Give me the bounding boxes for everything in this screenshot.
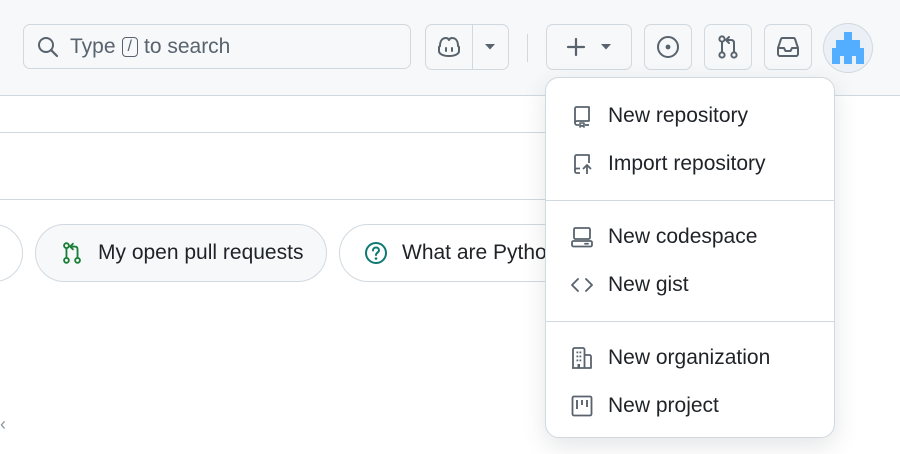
truncated-text-fragment: ‹ [0,414,6,434]
copilot-icon [437,37,460,57]
menu-item-new-repository[interactable]: New repository [546,92,834,140]
menu-divider [546,200,834,201]
organization-icon [569,345,595,371]
user-avatar[interactable] [823,23,873,73]
chip-label: My open pull requests [98,241,304,264]
question-icon [365,242,387,264]
chip-my-open-pull-requests[interactable]: My open pull requests [35,224,327,282]
search-icon [38,36,59,57]
code-icon [569,272,595,298]
section-divider [0,199,560,200]
menu-divider [546,321,834,322]
search-suffix: to search [143,34,231,58]
header-divider [527,34,528,62]
menu-item-new-gist[interactable]: New gist [546,261,834,309]
chip-what-are-python[interactable]: What are Python [339,224,579,282]
menu-item-label: Import repository [608,152,766,175]
project-icon [569,393,595,419]
search-prefix: Type [70,34,116,58]
search-input[interactable]: Type / to search [23,24,411,69]
copilot-dropdown-button[interactable] [471,25,508,69]
menu-item-label: New codespace [608,225,758,248]
inbox-button[interactable] [764,24,812,70]
git-pull-request-icon [63,242,81,264]
menu-item-label: New repository [608,104,749,127]
suggestion-chip[interactable] [0,224,23,282]
git-pull-request-icon [718,35,738,59]
repo-icon [569,103,595,129]
plus-icon [566,37,586,57]
menu-item-new-project[interactable]: New project [546,382,834,430]
codespaces-icon [569,224,595,250]
chip-label: What are Python [402,241,559,264]
issue-opened-icon [657,36,679,58]
issues-button[interactable] [644,24,692,70]
pull-requests-button[interactable] [704,24,752,70]
copilot-button-group [425,24,509,70]
menu-item-new-organization[interactable]: New organization [546,334,834,382]
menu-item-label: New project [608,394,719,417]
section-divider [0,132,560,133]
avatar-identicon [832,32,864,64]
copilot-button[interactable] [426,25,472,69]
search-shortcut-key: / [121,36,138,57]
create-new-button[interactable] [546,24,632,70]
menu-item-label: New gist [608,273,689,296]
triangle-down-icon [601,44,611,50]
triangle-down-icon [485,44,496,50]
repo-push-icon [569,151,595,177]
create-new-menu: New repository Import repository New cod… [545,77,835,438]
menu-item-import-repository[interactable]: Import repository [546,140,834,188]
inbox-icon [777,37,799,57]
menu-item-new-codespace[interactable]: New codespace [546,213,834,261]
menu-item-label: New organization [608,346,771,369]
